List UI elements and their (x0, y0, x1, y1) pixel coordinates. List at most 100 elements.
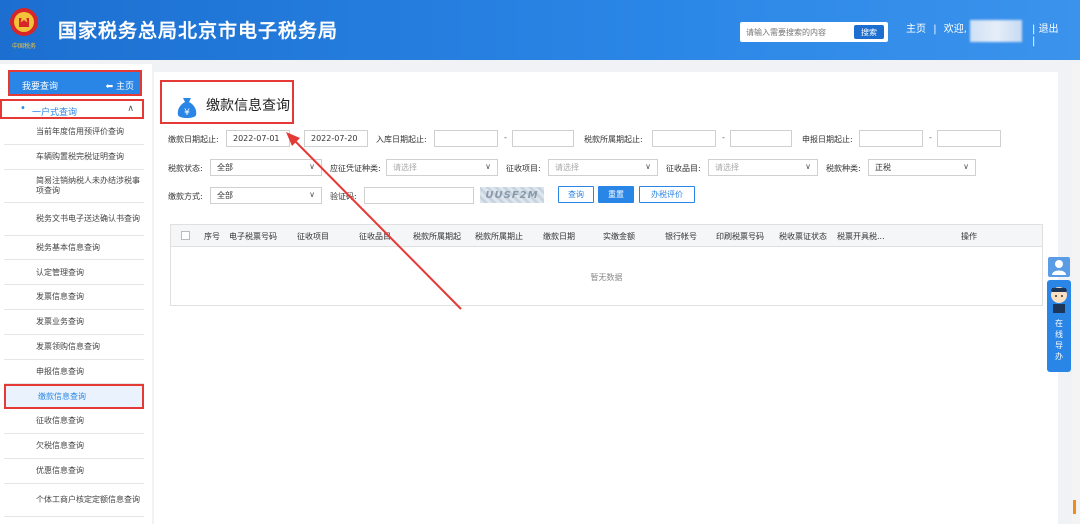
column-header: 印刷税票号码 (716, 232, 764, 241)
captcha-image[interactable]: UUSF2M (480, 187, 544, 203)
column-header: 税款所属期起 (413, 232, 461, 241)
online-help-label: 在 线 导 办 (1047, 318, 1071, 362)
date-dash: - (722, 133, 725, 142)
chevron-down-icon: ∨ (309, 190, 315, 199)
voucher-type-placeholder: 请选择 (393, 163, 417, 172)
pay-date-label: 缴款日期起止: (168, 135, 219, 144)
query-button[interactable]: 查询 (558, 186, 594, 203)
tax-status-value: 全部 (217, 163, 233, 172)
declare-date-start-input[interactable] (859, 130, 923, 147)
page-title-box: ¥ 缴款信息查询 (160, 80, 294, 124)
online-help-widget[interactable]: 在 线 导 办 (1047, 280, 1071, 372)
site-title: 国家税务总局北京市电子税务局 (58, 20, 339, 42)
sidebar-item-self-employed-quota[interactable]: 个体工商户核定定额信息查询 (4, 484, 144, 517)
pay-method-value: 全部 (217, 191, 233, 200)
column-header: 银行帐号 (665, 232, 697, 241)
tax-status-label: 税款状态: (168, 164, 203, 173)
sidebar-item-invoice-info[interactable]: 发票信息查询 (4, 285, 144, 310)
date-dash: - (504, 133, 507, 142)
column-header: 征收品目 (359, 232, 391, 241)
column-header: 税票开具税... (837, 232, 885, 241)
money-bag-icon: ¥ (177, 98, 197, 118)
pay-method-select[interactable]: 全部 ∨ (210, 187, 322, 204)
sidebar-item-payment[interactable]: 缴款信息查询 (4, 384, 144, 410)
date-dash: - (929, 133, 932, 142)
sidebar-group-label: 一户式查询 (32, 108, 78, 118)
tax-emblem-icon: 中国税务 (10, 8, 38, 50)
home-link[interactable]: 主页 (906, 24, 926, 35)
sidebar-list: 当前年度信用预评价查询 车辆购置税完税证明查询 简易注销纳税人未办结涉税事项查询… (4, 120, 144, 517)
sidebar-item-invoice-purchase[interactable]: 发票领购信息查询 (4, 335, 144, 360)
storage-date-label: 入库日期起止: (376, 135, 427, 144)
chevron-down-icon: ∨ (805, 162, 811, 171)
sidebar-item-declaration[interactable]: 申报信息查询 (4, 360, 144, 385)
column-header: 实缴金额 (603, 232, 635, 241)
chevron-down-icon: ∨ (963, 162, 969, 171)
collect-product-select[interactable]: 请选择 ∨ (708, 159, 818, 176)
scrollbar-thumb[interactable] (1073, 500, 1076, 514)
logout-separator: | (1032, 24, 1036, 35)
sidebar-title: 我要查询 (22, 82, 59, 92)
tax-kind-select[interactable]: 正税 ∨ (868, 159, 976, 176)
sidebar-home-link[interactable]: ⬅ 主页 (106, 79, 134, 92)
sidebar: 我要查询 ⬅ 主页 • 一户式查询 ∧ 当前年度信用预评价查询 车辆购置税完税证… (0, 64, 152, 524)
help-char: 在 (1055, 319, 1063, 328)
welcome-text: 欢迎, (943, 24, 967, 35)
table-header: 序号 电子税票号码 征收项目 征收品目 税款所属期起 税款所属期止 缴款日期 实… (171, 225, 1042, 247)
sidebar-header: 我要查询 ⬅ 主页 (8, 70, 142, 96)
help-char: 导 (1055, 341, 1063, 350)
pay-date-start-input[interactable]: 2022-07-01 (226, 130, 290, 147)
sidebar-item-arrears[interactable]: 欠税信息查询 (4, 434, 144, 459)
column-header: 电子税票号码 (229, 232, 277, 241)
sidebar-item-preferential[interactable]: 优惠信息查询 (4, 459, 144, 484)
assistant-avatar-icon (1051, 287, 1067, 313)
reset-button[interactable]: 重置 (598, 186, 634, 203)
pay-method-label: 缴款方式: (168, 192, 203, 201)
sidebar-item-invoice-business[interactable]: 发票业务查询 (4, 310, 144, 335)
storage-date-end-input[interactable] (512, 130, 574, 147)
tax-kind-value: 正税 (875, 163, 891, 172)
sidebar-group-one-stop[interactable]: • 一户式查询 ∧ (0, 99, 144, 119)
search-input[interactable] (740, 22, 852, 42)
sidebar-item-credit-eval[interactable]: 当前年度信用预评价查询 (4, 120, 144, 145)
voucher-type-select[interactable]: 请选择 ∨ (386, 159, 498, 176)
column-header: 序号 (204, 232, 220, 241)
column-header: 缴款日期 (543, 232, 575, 241)
logout-bar: | (1032, 36, 1036, 47)
column-header: 税款所属期止 (475, 232, 523, 241)
chevron-down-icon: ∨ (309, 162, 315, 171)
collect-item-select[interactable]: 请选择 ∨ (548, 159, 658, 176)
column-header: 操作 (961, 232, 977, 241)
person-icon (1052, 260, 1066, 275)
logout-link[interactable]: | 退出 (1032, 20, 1059, 35)
tax-period-end-input[interactable] (730, 130, 792, 147)
storage-date-start-input[interactable] (434, 130, 498, 147)
select-all-checkbox[interactable] (181, 231, 190, 240)
search-button[interactable]: 搜索 (854, 25, 884, 39)
sidebar-item-vehicle-tax-cert[interactable]: 车辆购置税完税证明查询 (4, 145, 144, 170)
logout-label[interactable]: 退出 (1039, 24, 1059, 35)
top-links: 主页 | 欢迎, (906, 20, 971, 35)
bullet-icon: • (20, 103, 26, 114)
tax-status-select[interactable]: 全部 ∨ (210, 159, 322, 176)
declare-date-end-input[interactable] (937, 130, 1001, 147)
sidebar-item-collection[interactable]: 征收信息查询 (4, 409, 144, 434)
sidebar-item-recognition[interactable]: 认定管理查询 (4, 260, 144, 286)
user-service-icon[interactable] (1048, 257, 1070, 277)
svg-text:¥: ¥ (184, 108, 190, 118)
top-header: 中国税务 国家税务总局北京市电子税务局 搜索 主页 | 欢迎, | 退出 | (0, 0, 1080, 60)
pay-date-end-input[interactable]: 2022-07-20 (304, 130, 368, 147)
sidebar-item-simple-deregistration[interactable]: 简易注销纳税人未办结涉税事项查询 (4, 170, 144, 203)
captcha-label: 验证码: (330, 192, 357, 201)
sidebar-item-e-delivery-confirm[interactable]: 税务文书电子送达确认书查询 (4, 203, 144, 236)
help-char: 线 (1055, 330, 1063, 339)
captcha-input[interactable] (364, 187, 474, 204)
help-char: 办 (1055, 352, 1063, 361)
chevron-down-icon: ∨ (645, 162, 651, 171)
tax-kind-label: 税款种类: (826, 164, 861, 173)
tax-period-start-input[interactable] (652, 130, 716, 147)
scrollbar-track[interactable] (1072, 64, 1080, 524)
evaluate-button[interactable]: 办税评价 (639, 186, 695, 203)
sidebar-item-basic-info[interactable]: 税务基本信息查询 (4, 236, 144, 261)
column-header: 征收项目 (297, 232, 329, 241)
